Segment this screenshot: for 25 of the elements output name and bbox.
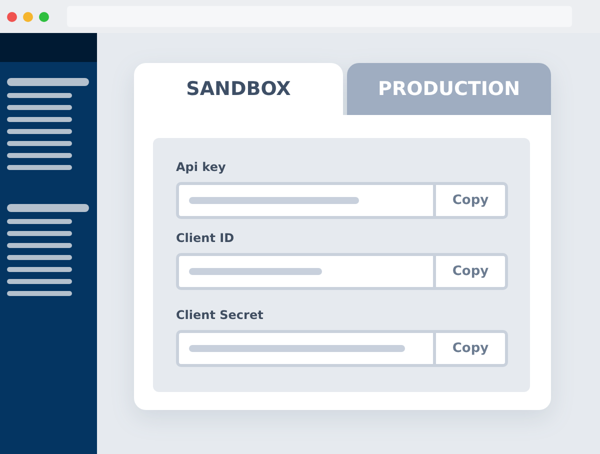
field-label: Client Secret: [176, 308, 264, 322]
input-field[interactable]: Copy: [176, 330, 508, 367]
sidebar-placeholder-line: [7, 165, 72, 170]
sidebar-placeholder-line: [7, 105, 72, 110]
sidebar-placeholder-line: [7, 219, 72, 224]
minimize-icon[interactable]: [23, 12, 33, 22]
input-field[interactable]: Copy: [176, 253, 508, 290]
input-field[interactable]: Copy: [176, 182, 508, 219]
tab[interactable]: SANDBOX: [134, 63, 343, 115]
sidebar-placeholder-line: [7, 267, 72, 272]
sidebar-placeholder-line: [7, 231, 72, 236]
sidebar-placeholder-line: [7, 93, 72, 98]
sidebar-placeholder-line: [7, 279, 72, 284]
sidebar-placeholder-line: [7, 141, 72, 146]
maximize-icon[interactable]: [39, 12, 49, 22]
sidebar-placeholder-line: [7, 243, 72, 248]
field-label: Api key: [176, 160, 227, 174]
sidebar-placeholder-line: [7, 153, 72, 158]
close-icon[interactable]: [7, 12, 17, 22]
sidebar-placeholder-line: [7, 255, 72, 260]
sidebar-placeholder-line: [7, 129, 72, 134]
sidebar-placeholder-line: [7, 117, 72, 122]
sidebar-placeholder-line: [7, 291, 72, 296]
field-label: Client ID: [176, 231, 236, 245]
tab[interactable]: PRODUCTION: [347, 63, 551, 115]
